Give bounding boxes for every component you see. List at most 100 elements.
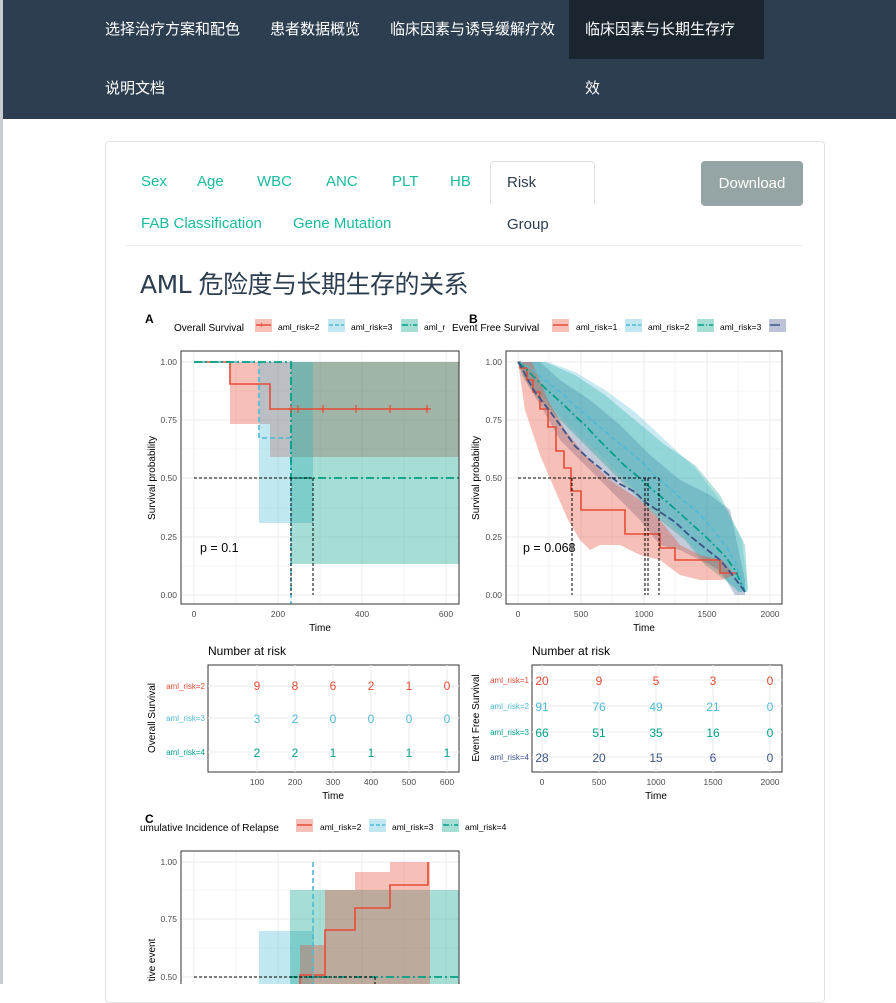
panel-b-risk-ylabel: Event Free Survival — [471, 674, 482, 761]
panel-b-risk-table-title: Number at risk — [532, 644, 611, 658]
svg-text:aml_risk=4: aml_risk=4 — [490, 753, 529, 762]
svg-text:2: 2 — [292, 746, 299, 760]
tab-age[interactable]: Age — [181, 161, 240, 203]
svg-text:0.00: 0.00 — [485, 590, 502, 600]
panel-b-legend-item: aml_risk=2 — [648, 322, 690, 332]
svg-text:aml_risk=3: aml_risk=3 — [166, 714, 205, 723]
svg-text:8: 8 — [292, 679, 299, 693]
panel-a-risk-xlabel: Time — [322, 791, 344, 802]
svg-text:2: 2 — [254, 746, 261, 760]
top-navbar: 选择治疗方案和配色 患者数据概览 临床因素与诱导缓解疗效 临床因素与长期生存疗效… — [3, 0, 896, 119]
svg-text:0.50: 0.50 — [160, 972, 177, 982]
panel-a-legend-item: aml_risk=3 — [351, 322, 393, 332]
svg-text:0: 0 — [516, 609, 521, 619]
svg-text:3: 3 — [254, 712, 261, 726]
download-button[interactable]: Download — [701, 161, 803, 206]
tab-wbc[interactable]: WBC — [241, 161, 308, 203]
svg-text:0: 0 — [406, 712, 413, 726]
panel-b-y-ticks: 0.00 0.25 0.50 0.75 1.00 — [485, 357, 502, 600]
svg-text:1: 1 — [406, 746, 413, 760]
panel-a-ylabel: Survival probability — [147, 436, 158, 520]
svg-text:0.75: 0.75 — [160, 415, 177, 425]
nav-item-documentation[interactable]: 说明文档 — [89, 59, 181, 118]
svg-text:91: 91 — [535, 700, 549, 714]
svg-text:2000: 2000 — [761, 609, 780, 619]
svg-text:9: 9 — [254, 679, 261, 693]
svg-text:20: 20 — [592, 751, 606, 765]
svg-text:1: 1 — [330, 746, 337, 760]
svg-text:0.75: 0.75 — [160, 914, 177, 924]
panel-a-x-ticks: 0 200 400 600 — [192, 609, 454, 619]
svg-text:aml_risk=1: aml_risk=1 — [490, 676, 529, 685]
panel-a-letter: A — [145, 312, 154, 326]
svg-text:400: 400 — [364, 777, 378, 787]
svg-text:2: 2 — [292, 712, 299, 726]
svg-text:100: 100 — [250, 777, 264, 787]
svg-text:1: 1 — [406, 679, 413, 693]
svg-text:6: 6 — [330, 679, 337, 693]
svg-text:1.00: 1.00 — [485, 357, 502, 367]
panel-b-legend-title: Event Free Survival — [452, 323, 539, 334]
nav-item-treatment-color[interactable]: 选择治疗方案和配色 — [89, 0, 256, 59]
left-edge — [0, 0, 3, 984]
svg-text:35: 35 — [649, 726, 663, 740]
panel-b-legend-item: aml_risk=1 — [576, 322, 618, 332]
svg-text:1.00: 1.00 — [160, 857, 177, 867]
svg-text:3: 3 — [710, 674, 717, 688]
tab-risk-group[interactable]: Risk Group — [490, 161, 595, 233]
panel-a-risk-ylabel: Overall Survival — [147, 683, 158, 753]
nav-item-induction-remission[interactable]: 临床因素与诱导缓解疗效 — [374, 0, 571, 59]
svg-text:2: 2 — [368, 679, 375, 693]
nav-item-long-term-survival[interactable]: 临床因素与长期生存疗效 — [569, 0, 764, 97]
svg-text:66: 66 — [535, 726, 549, 740]
tab-sex[interactable]: Sex — [125, 161, 183, 203]
tab-hb[interactable]: HB — [434, 161, 487, 203]
svg-text:2000: 2000 — [761, 777, 780, 787]
svg-text:28: 28 — [535, 751, 549, 765]
panel-a-pvalue: p = 0.1 — [200, 541, 239, 555]
tab-plt[interactable]: PLT — [376, 161, 434, 203]
svg-text:15: 15 — [649, 751, 663, 765]
svg-text:0: 0 — [444, 679, 451, 693]
panel-c-legend-item: aml_risk=2 — [320, 822, 362, 832]
page-title: AML 危险度与长期生存的关系 — [140, 270, 469, 299]
svg-text:aml_risk=2: aml_risk=2 — [166, 682, 205, 691]
panel-c-plot-area — [180, 850, 460, 984]
panel-a-legend-item: aml_risk=2 — [278, 322, 320, 332]
panel-b-ylabel: Survival probability — [471, 436, 482, 520]
svg-text:0: 0 — [540, 777, 545, 787]
panel-a-xlabel: Time — [309, 623, 331, 634]
svg-text:aml_risk=2: aml_risk=2 — [490, 702, 529, 711]
svg-text:500: 500 — [402, 777, 416, 787]
tab-anc[interactable]: ANC — [310, 161, 374, 203]
svg-text:0.50: 0.50 — [160, 473, 177, 483]
panel-b-xlabel: Time — [633, 623, 655, 634]
panel-a-legend-item: aml_r — [424, 322, 445, 332]
tab-gene-mutation[interactable]: Gene Mutation — [277, 203, 407, 245]
svg-text:0: 0 — [767, 700, 774, 714]
tabs-divider — [125, 245, 803, 246]
svg-text:1500: 1500 — [698, 609, 717, 619]
panel-a-plot-area — [180, 350, 460, 605]
tab-fab-classification[interactable]: FAB Classification — [125, 203, 278, 245]
panel-b-plot-area — [505, 350, 783, 605]
svg-text:0.25: 0.25 — [485, 532, 502, 542]
panel-b-risk-xlabel: Time — [645, 791, 667, 802]
panel-b-x-ticks: 0 500 1000 1500 2000 — [516, 609, 780, 619]
svg-text:1: 1 — [368, 746, 375, 760]
nav-item-patient-overview[interactable]: 患者数据概览 — [254, 0, 376, 59]
panel-a-risk-table-title: Number at risk — [208, 644, 287, 658]
svg-text:5: 5 — [653, 674, 660, 688]
svg-text:200: 200 — [288, 777, 302, 787]
panel-c-legend-item: aml_risk=3 — [392, 822, 434, 832]
svg-text:1.00: 1.00 — [160, 357, 177, 367]
svg-text:16: 16 — [706, 726, 720, 740]
svg-text:0.75: 0.75 — [485, 415, 502, 425]
svg-text:6: 6 — [710, 751, 717, 765]
panel-a-risk-row-labels: aml_risk=2 aml_risk=3 aml_risk=4 — [166, 682, 205, 757]
svg-text:0.00: 0.00 — [160, 590, 177, 600]
svg-text:21: 21 — [706, 700, 720, 714]
panel-c-legend-title: umulative Incidence of Relapse — [140, 823, 279, 834]
svg-text:aml_risk=4: aml_risk=4 — [166, 748, 205, 757]
svg-text:500: 500 — [574, 609, 588, 619]
